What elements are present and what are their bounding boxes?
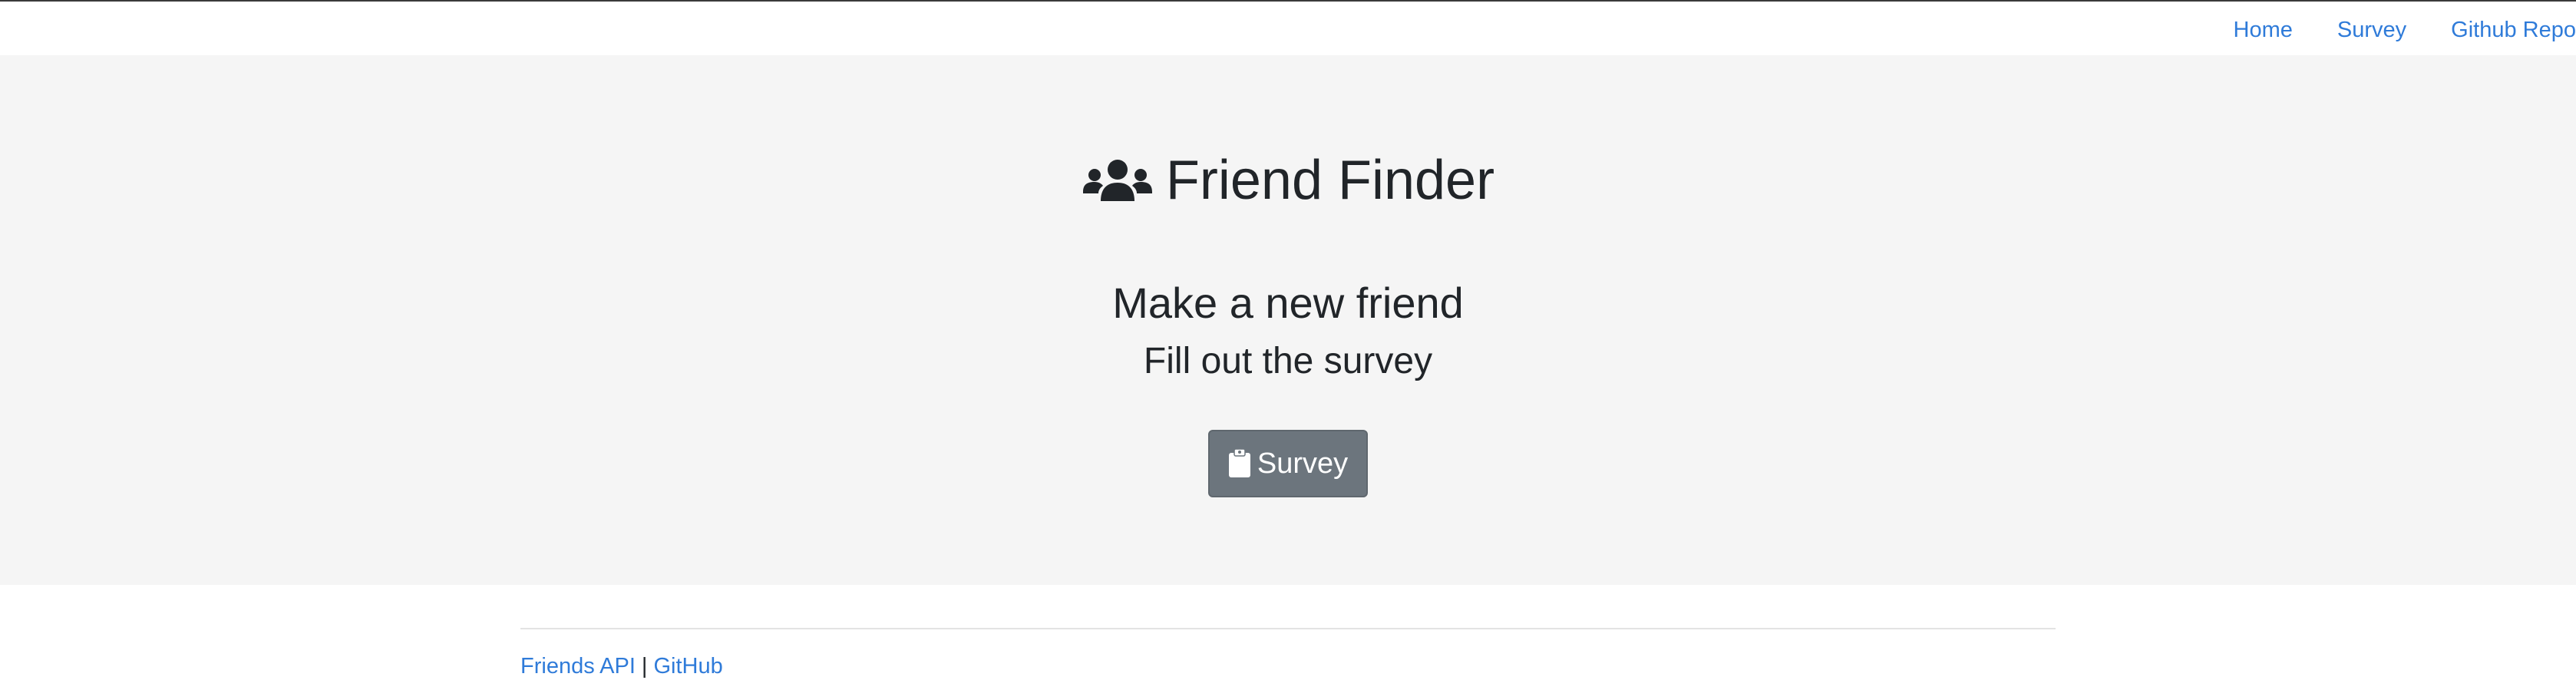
nav-home-link[interactable]: Home bbox=[2234, 17, 2293, 43]
hero-button-wrap: Survey bbox=[0, 430, 2576, 497]
friends-api-link[interactable]: Friends API bbox=[520, 654, 636, 679]
nav-github-repo-link[interactable]: Github Repo bbox=[2451, 17, 2576, 43]
hero-subtitle-secondary: Fill out the survey bbox=[1143, 341, 1433, 381]
hero-subtitle: Make a new friend bbox=[1112, 279, 1464, 327]
footer-divider bbox=[520, 628, 2056, 629]
nav-survey-link[interactable]: Survey bbox=[2337, 17, 2406, 43]
github-link[interactable]: GitHub bbox=[653, 654, 722, 679]
nav-links: Home Survey Github Repo bbox=[2234, 17, 2576, 43]
hero-section: Friend Finder Make a new friend Fill out… bbox=[0, 55, 2576, 585]
survey-button[interactable]: Survey bbox=[1208, 430, 1368, 497]
navbar: Home Survey Github Repo bbox=[0, 2, 2576, 55]
footer: Friends API | GitHub bbox=[520, 652, 723, 680]
survey-button-label: Survey bbox=[1257, 447, 1349, 480]
page-title-row: Friend Finder bbox=[0, 147, 2576, 213]
footer-separator: | bbox=[641, 654, 648, 679]
clipboard-icon bbox=[1228, 449, 1250, 477]
users-icon bbox=[1082, 160, 1152, 201]
page-title: Friend Finder bbox=[1165, 150, 1495, 211]
